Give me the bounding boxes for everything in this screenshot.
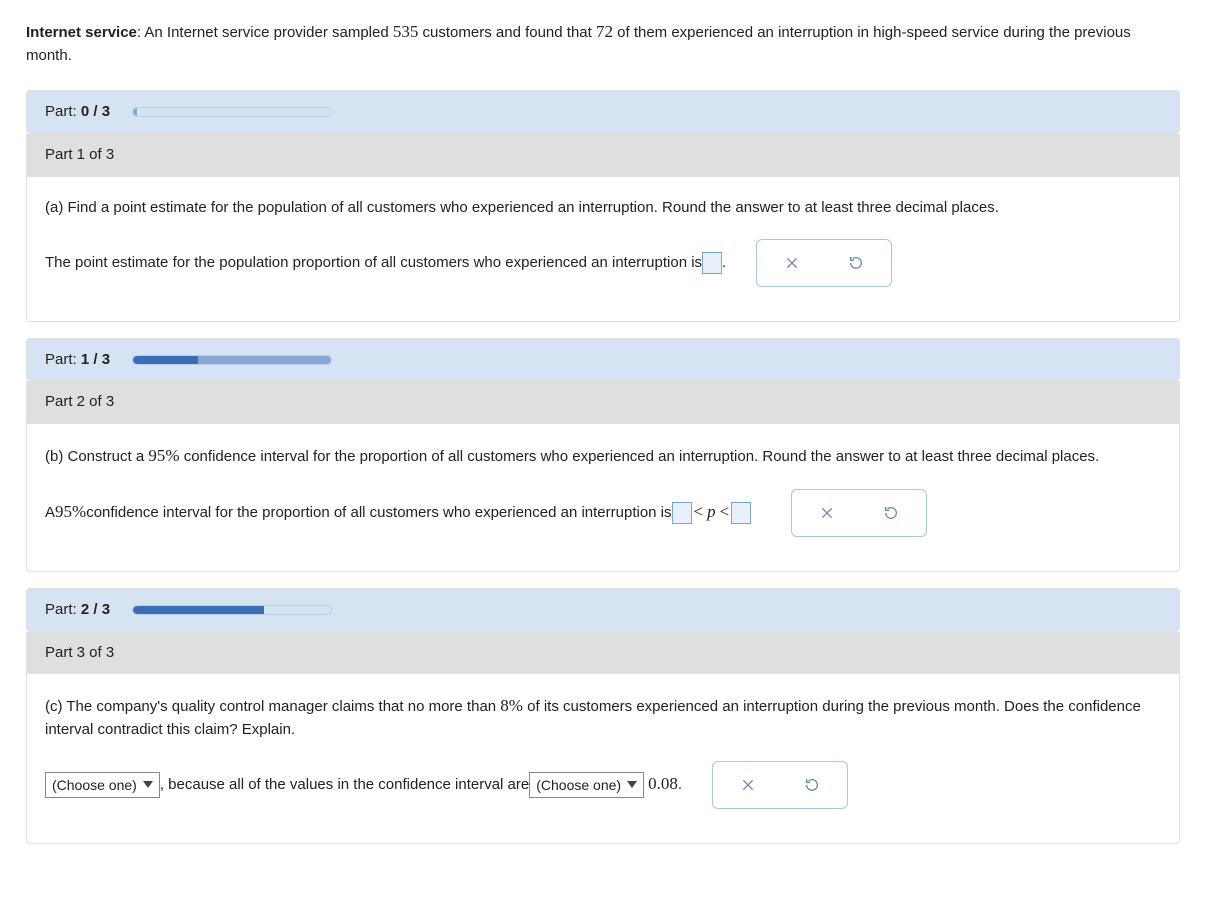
part-1-action-panel	[756, 239, 892, 287]
intro-title: Internet service	[26, 24, 137, 41]
progress-label: Part: 1 / 3	[45, 349, 110, 371]
point-estimate-input[interactable]	[702, 252, 722, 274]
part-1-body: (a) Find a point estimate for the popula…	[26, 177, 1180, 322]
chevron-down-icon	[143, 781, 153, 788]
because-text: , because all of the values in the confi…	[160, 774, 529, 796]
part-1-answer-lead: The point estimate for the population pr…	[45, 252, 702, 274]
part-2-answer-pre: A	[45, 502, 55, 524]
period: .	[722, 252, 726, 274]
dropdown-label: (Choose one)	[52, 775, 137, 795]
part-2-conf: 95%	[55, 500, 86, 525]
progress-label: Part: 2 / 3	[45, 599, 110, 621]
event-count: 72	[596, 22, 613, 41]
intro-text-1: : An Internet service provider sampled	[137, 24, 393, 41]
choose-one-dropdown-2[interactable]: (Choose one)	[529, 772, 644, 798]
question-intro: Internet service: An Internet service pr…	[26, 20, 1180, 66]
lt-1: <	[692, 500, 706, 525]
ci-lower-input[interactable]	[672, 502, 692, 524]
reset-icon[interactable]	[882, 504, 900, 522]
lt-2: <	[718, 500, 732, 525]
progress-header-2: Part: 2 / 3	[26, 588, 1180, 632]
choose-one-dropdown-1[interactable]: (Choose one)	[45, 772, 160, 798]
part-1-prompt: (a) Find a point estimate for the popula…	[45, 197, 1161, 219]
intro-text-2: customers and found that	[418, 24, 596, 41]
threshold-value: 0.08	[648, 772, 678, 797]
reset-icon[interactable]	[847, 254, 865, 272]
part-3-action-panel	[712, 761, 848, 809]
progress-header-0: Part: 0 / 3	[26, 90, 1180, 134]
part-3-prompt: (c) The company's quality control manage…	[45, 694, 1161, 740]
sample-size: 535	[393, 22, 419, 41]
part-2-action-panel	[791, 489, 927, 537]
part-1-title: Part 1 of 3	[26, 134, 1180, 177]
period: .	[678, 774, 682, 796]
clear-icon[interactable]	[818, 504, 836, 522]
part-2-body: (b) Construct a 95% confidence interval …	[26, 424, 1180, 572]
progress-bar	[132, 605, 332, 615]
chevron-down-icon	[627, 781, 637, 788]
p-symbol: p	[705, 500, 718, 525]
part-2-answer-mid: confidence interval for the proportion o…	[86, 502, 671, 524]
progress-header-1: Part: 1 / 3	[26, 338, 1180, 382]
part-2-title: Part 2 of 3	[26, 381, 1180, 424]
progress-label: Part: 0 / 3	[45, 101, 110, 123]
part-3-title: Part 3 of 3	[26, 632, 1180, 675]
part-3-body: (c) The company's quality control manage…	[26, 674, 1180, 843]
progress-bar	[132, 107, 332, 117]
clear-icon[interactable]	[783, 254, 801, 272]
clear-icon[interactable]	[739, 776, 757, 794]
dropdown-label: (Choose one)	[536, 775, 621, 795]
part-2-prompt: (b) Construct a 95% confidence interval …	[45, 444, 1161, 469]
progress-bar	[132, 355, 332, 365]
reset-icon[interactable]	[803, 776, 821, 794]
ci-upper-input[interactable]	[731, 502, 751, 524]
